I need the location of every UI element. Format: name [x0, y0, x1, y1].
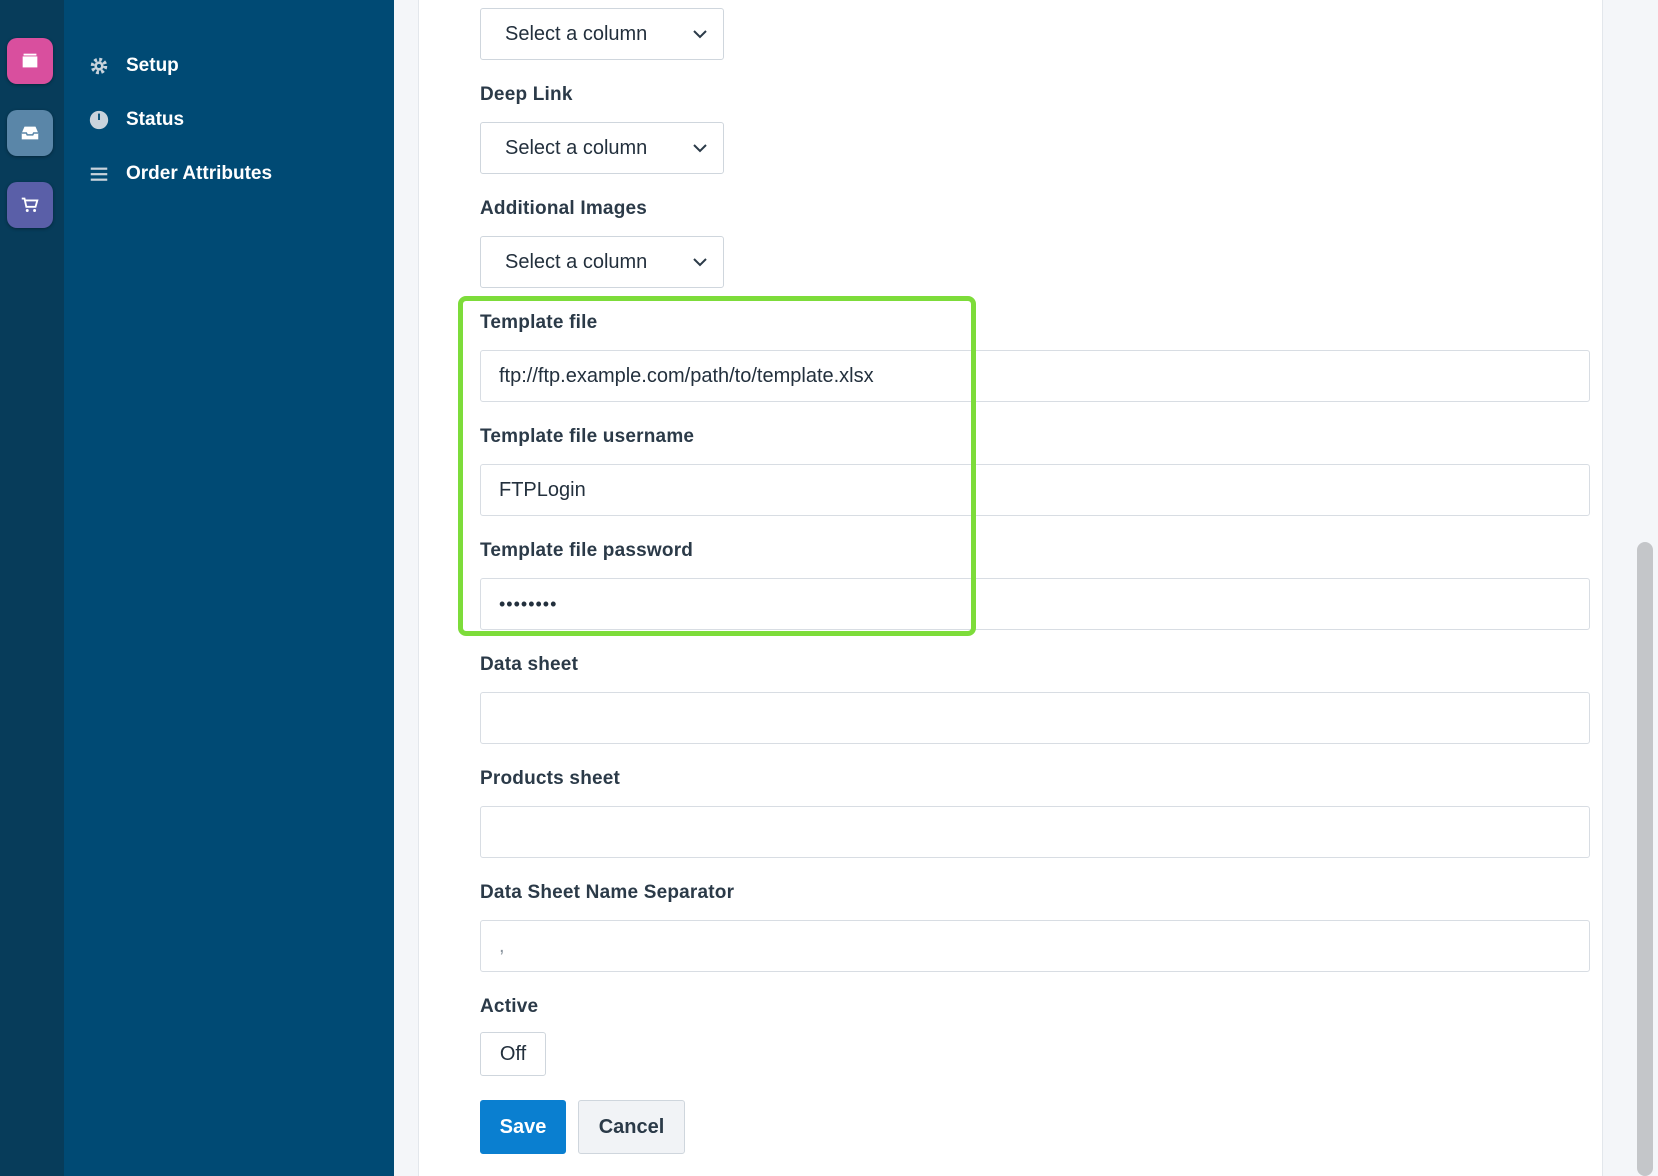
chevron-down-icon [693, 258, 707, 267]
template-username-label: Template file username [480, 426, 695, 447]
select-value: Select a column [505, 22, 648, 45]
active-label: Active [480, 996, 539, 1017]
deep-link-label: Deep Link [480, 84, 573, 105]
select-value: Select a column [505, 250, 648, 273]
additional-images-label: Additional Images [480, 198, 648, 219]
chevron-down-icon [693, 144, 707, 153]
sidebar-item-label: Setup [126, 55, 179, 76]
app-folder-button[interactable] [7, 38, 53, 84]
data-sheet-input[interactable] [480, 692, 1590, 744]
template-password-input[interactable] [480, 578, 1590, 630]
chevron-down-icon [693, 30, 707, 39]
active-toggle-value: Off [499, 1042, 527, 1065]
sidebar-item-label: Status [126, 109, 185, 130]
inbox-icon [21, 126, 39, 140]
products-sheet-input[interactable] [480, 806, 1590, 858]
app-cart-button[interactable] [7, 182, 53, 228]
column-select[interactable]: Select a column [480, 8, 724, 60]
data-sheet-label: Data sheet [480, 654, 579, 675]
folder-icon [22, 53, 38, 68]
products-sheet-label: Products sheet [480, 768, 621, 789]
template-file-label: Template file [480, 312, 598, 333]
separator-input[interactable] [480, 920, 1590, 972]
sidebar: Setup Status Order Attributes [64, 0, 394, 1176]
cancel-button-label: Cancel [598, 1115, 665, 1138]
active-toggle[interactable]: Off [480, 1032, 546, 1076]
sidebar-item-label: Order Attributes [126, 163, 273, 184]
save-button-label: Save [499, 1115, 547, 1138]
sidebar-item-status[interactable]: Status [88, 102, 184, 138]
template-password-label: Template file password [480, 540, 694, 561]
select-value: Select a column [505, 136, 648, 159]
additional-images-select[interactable]: Select a column [480, 236, 724, 288]
separator-label: Data Sheet Name Separator [480, 882, 735, 903]
app-rail [0, 0, 64, 1176]
template-file-input[interactable] [480, 350, 1590, 402]
cart-icon [21, 197, 39, 212]
status-circle-icon [88, 109, 110, 131]
cancel-button[interactable]: Cancel [578, 1100, 685, 1154]
main-content: Select a column Deep Link Select a colum… [394, 0, 1658, 1176]
gear-icon [88, 55, 110, 77]
deep-link-select[interactable]: Select a column [480, 122, 724, 174]
sidebar-item-setup[interactable]: Setup [88, 48, 179, 84]
sidebar-item-order-attributes[interactable]: Order Attributes [88, 156, 272, 192]
scrollbar-thumb[interactable] [1637, 542, 1653, 1176]
form-card: Select a column Deep Link Select a colum… [418, 0, 1603, 1176]
save-button[interactable]: Save [480, 1100, 566, 1154]
list-icon [88, 163, 110, 185]
app-inbox-button[interactable] [7, 110, 53, 156]
template-username-input[interactable] [480, 464, 1590, 516]
